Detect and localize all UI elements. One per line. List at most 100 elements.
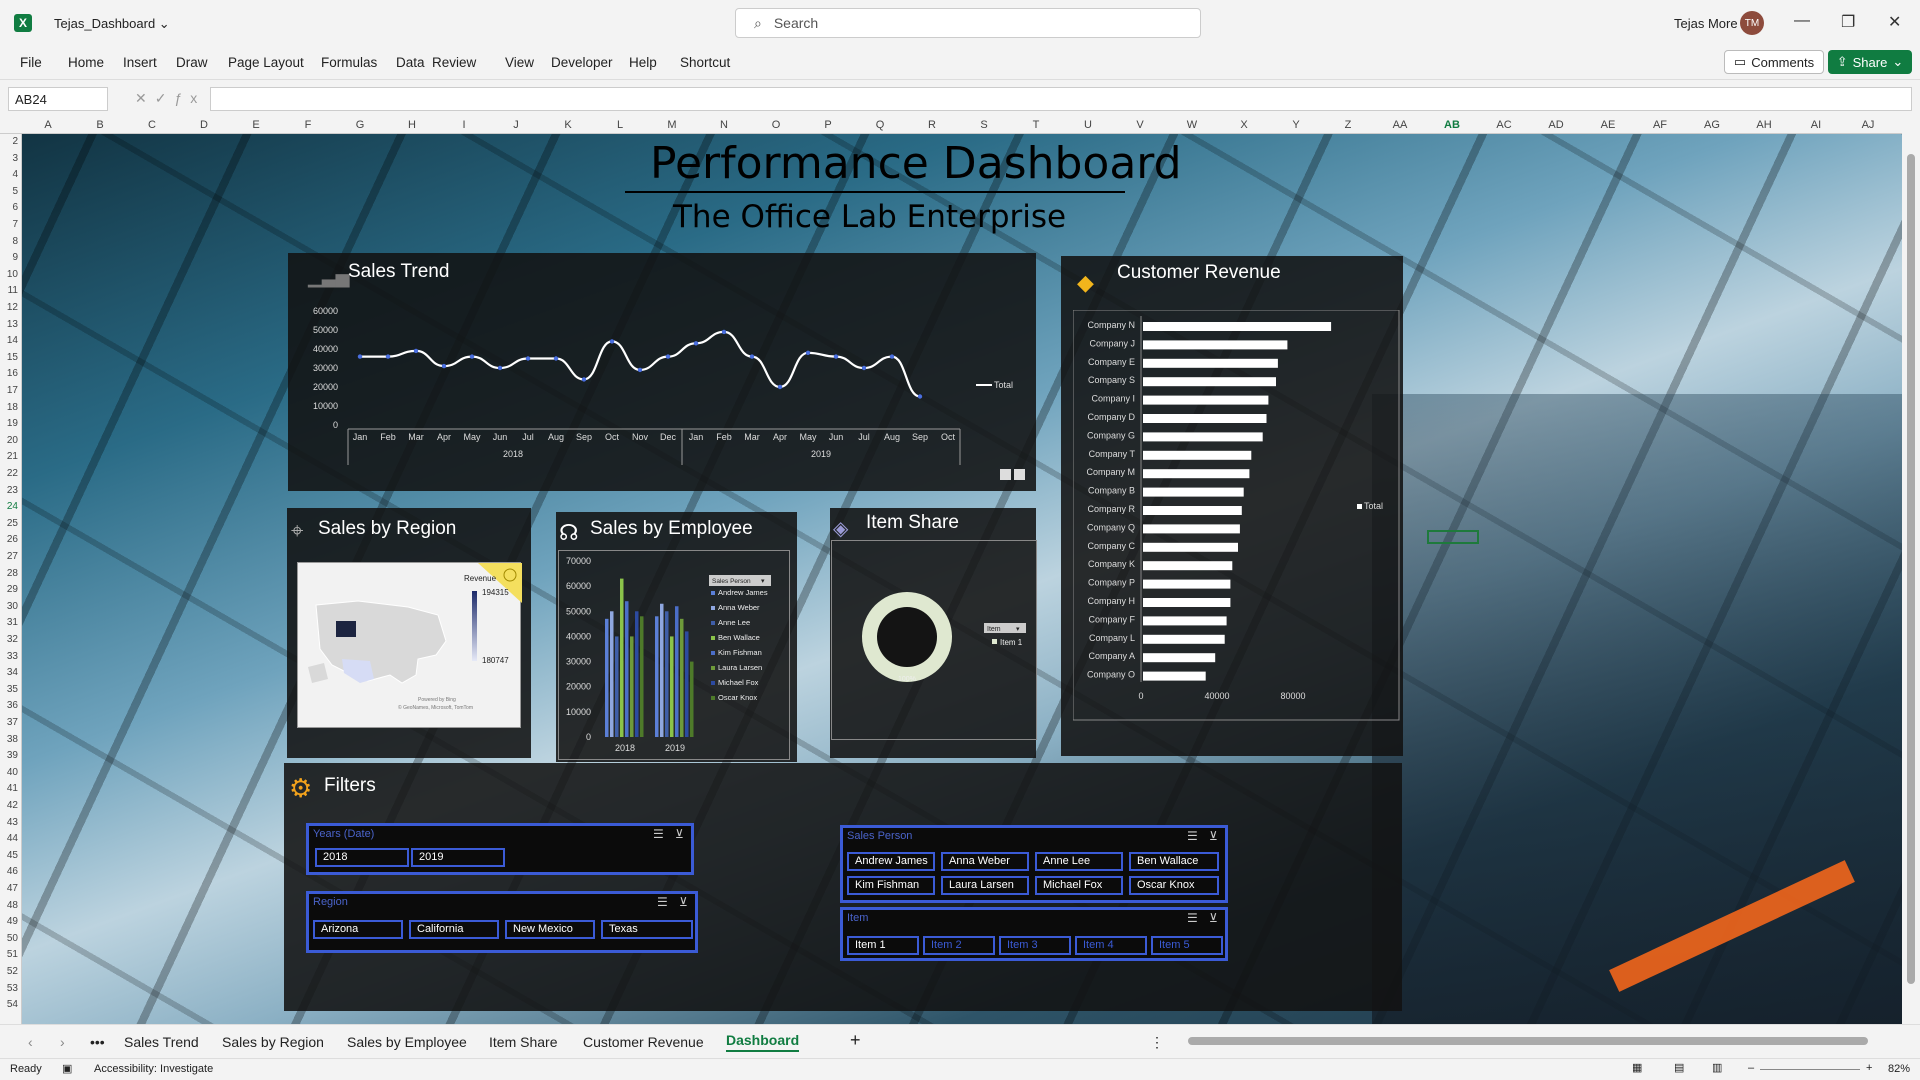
restore-icon[interactable]: ❐: [1841, 12, 1855, 32]
column-header[interactable]: X: [1234, 119, 1254, 131]
slicer-item[interactable]: Andrew James: [847, 852, 935, 871]
slicer-item[interactable]: Kim Fishman: [847, 876, 935, 895]
row-header[interactable]: 42: [0, 800, 18, 811]
column-header[interactable]: S: [974, 119, 994, 131]
avatar[interactable]: TM: [1740, 11, 1764, 35]
menu-draw[interactable]: Draw: [176, 55, 208, 70]
minimize-icon[interactable]: —: [1794, 12, 1810, 30]
column-header[interactable]: B: [90, 119, 110, 131]
macro-icon[interactable]: ▣: [62, 1062, 72, 1075]
add-sheet-icon[interactable]: +: [850, 1030, 861, 1051]
column-header[interactable]: AJ: [1858, 119, 1878, 131]
column-header[interactable]: AA: [1390, 119, 1410, 131]
clear-filter-icon[interactable]: ⊻: [1209, 911, 1218, 925]
accessibility-status[interactable]: Accessibility: Investigate: [94, 1063, 213, 1075]
column-header[interactable]: G: [350, 119, 370, 131]
slicer-item[interactable]: Item 4: [1075, 936, 1147, 955]
row-header[interactable]: 49: [0, 916, 18, 927]
row-header[interactable]: 4: [0, 169, 18, 180]
row-header[interactable]: 51: [0, 949, 18, 960]
column-header[interactable]: K: [558, 119, 578, 131]
normal-view-icon[interactable]: ▦: [1632, 1061, 1642, 1074]
row-header[interactable]: 45: [0, 850, 18, 861]
row-header[interactable]: 38: [0, 734, 18, 745]
menu-shortcut[interactable]: Shortcut: [680, 55, 730, 70]
vertical-scrollbar[interactable]: [1902, 118, 1920, 1024]
column-header[interactable]: V: [1130, 119, 1150, 131]
sheet-options-icon[interactable]: ⋮: [1150, 1034, 1164, 1051]
row-header[interactable]: 41: [0, 783, 18, 794]
slicer-item[interactable]: Item 1: [847, 936, 919, 955]
menu-formulas[interactable]: Formulas: [321, 55, 377, 70]
row-header[interactable]: 6: [0, 202, 18, 213]
column-header[interactable]: F: [298, 119, 318, 131]
region-slicer[interactable]: Region ☰ ⊻ Arizona California New Mexico…: [306, 891, 698, 953]
region-map[interactable]: Powered by Bing © GeoNames, Microsoft, T…: [297, 562, 522, 728]
sales-by-employee-panel[interactable]: ☊ Sales by Employee 70000 60000 50000 40000…: [556, 512, 797, 762]
column-header[interactable]: M: [662, 119, 682, 131]
row-header[interactable]: 5: [0, 186, 18, 197]
more-sheets-icon[interactable]: •••: [90, 1034, 105, 1050]
customer-revenue-panel[interactable]: ◆ Customer Revenue Company N Company J Com…: [1061, 256, 1403, 756]
column-header[interactable]: AE: [1598, 119, 1618, 131]
menu-page-layout[interactable]: Page Layout: [228, 55, 304, 70]
name-box[interactable]: AB24: [8, 87, 108, 111]
column-header[interactable]: U: [1078, 119, 1098, 131]
row-header[interactable]: 46: [0, 866, 18, 877]
multi-select-icon[interactable]: ☰: [657, 895, 668, 909]
zoom-level[interactable]: 82%: [1888, 1063, 1910, 1075]
row-header[interactable]: 21: [0, 451, 18, 462]
row-header[interactable]: 7: [0, 219, 18, 230]
row-header[interactable]: 39: [0, 750, 18, 761]
row-header[interactable]: 3: [0, 153, 18, 164]
zoom-in-icon[interactable]: [1000, 469, 1011, 480]
column-header[interactable]: W: [1182, 119, 1202, 131]
column-header[interactable]: A: [38, 119, 58, 131]
column-header[interactable]: C: [142, 119, 162, 131]
column-header[interactable]: AB: [1442, 119, 1462, 131]
multi-select-icon[interactable]: ☰: [653, 827, 664, 841]
zoom-in-icon[interactable]: +: [1866, 1062, 1872, 1074]
row-header[interactable]: 48: [0, 900, 18, 911]
comments-button[interactable]: ▭ Comments: [1724, 50, 1824, 74]
row-header[interactable]: 47: [0, 883, 18, 894]
item-share-panel[interactable]: ◈ Item Share 100% Item ▾ Item 1: [830, 508, 1037, 758]
sales-by-region-panel[interactable]: ⌖ Sales by Region Powered by Bing © GeoN…: [287, 508, 531, 758]
row-header[interactable]: 35: [0, 684, 18, 695]
slicer-item[interactable]: Laura Larsen: [941, 876, 1029, 895]
row-header[interactable]: 40: [0, 767, 18, 778]
row-header[interactable]: 54: [0, 999, 18, 1010]
sheet-tab[interactable]: Sales Trend: [124, 1034, 199, 1050]
row-header[interactable]: 24: [0, 501, 18, 512]
search-input[interactable]: ⌕ Search: [735, 8, 1201, 38]
column-header[interactable]: L: [610, 119, 630, 131]
menu-file[interactable]: File: [20, 55, 42, 70]
page-break-icon[interactable]: ▥: [1712, 1061, 1722, 1074]
row-header[interactable]: 15: [0, 352, 18, 363]
row-header[interactable]: 29: [0, 584, 18, 595]
row-header[interactable]: 20: [0, 435, 18, 446]
column-header[interactable]: T: [1026, 119, 1046, 131]
row-header[interactable]: 37: [0, 717, 18, 728]
row-header[interactable]: 27: [0, 551, 18, 562]
column-header[interactable]: AG: [1702, 119, 1722, 131]
sheet-tab[interactable]: Item Share: [489, 1034, 557, 1050]
slicer-item[interactable]: 2018: [315, 848, 409, 867]
column-header[interactable]: Z: [1338, 119, 1358, 131]
menu-home[interactable]: Home: [68, 55, 104, 70]
row-header[interactable]: 33: [0, 651, 18, 662]
menu-insert[interactable]: Insert: [123, 55, 157, 70]
row-header[interactable]: 50: [0, 933, 18, 944]
column-header[interactable]: Q: [870, 119, 890, 131]
menu-review[interactable]: Review: [432, 55, 476, 70]
row-header[interactable]: 8: [0, 236, 18, 247]
column-header[interactable]: AI: [1806, 119, 1826, 131]
selected-cell[interactable]: [1427, 530, 1479, 544]
column-header[interactable]: H: [402, 119, 422, 131]
zoom-slider[interactable]: [1760, 1069, 1860, 1070]
row-header[interactable]: 9: [0, 252, 18, 263]
slicer-item[interactable]: Anne Lee: [1035, 852, 1123, 871]
slicer-item[interactable]: Item 3: [999, 936, 1071, 955]
slicer-item[interactable]: Texas: [601, 920, 693, 939]
prev-sheet-icon[interactable]: ‹: [28, 1034, 33, 1050]
